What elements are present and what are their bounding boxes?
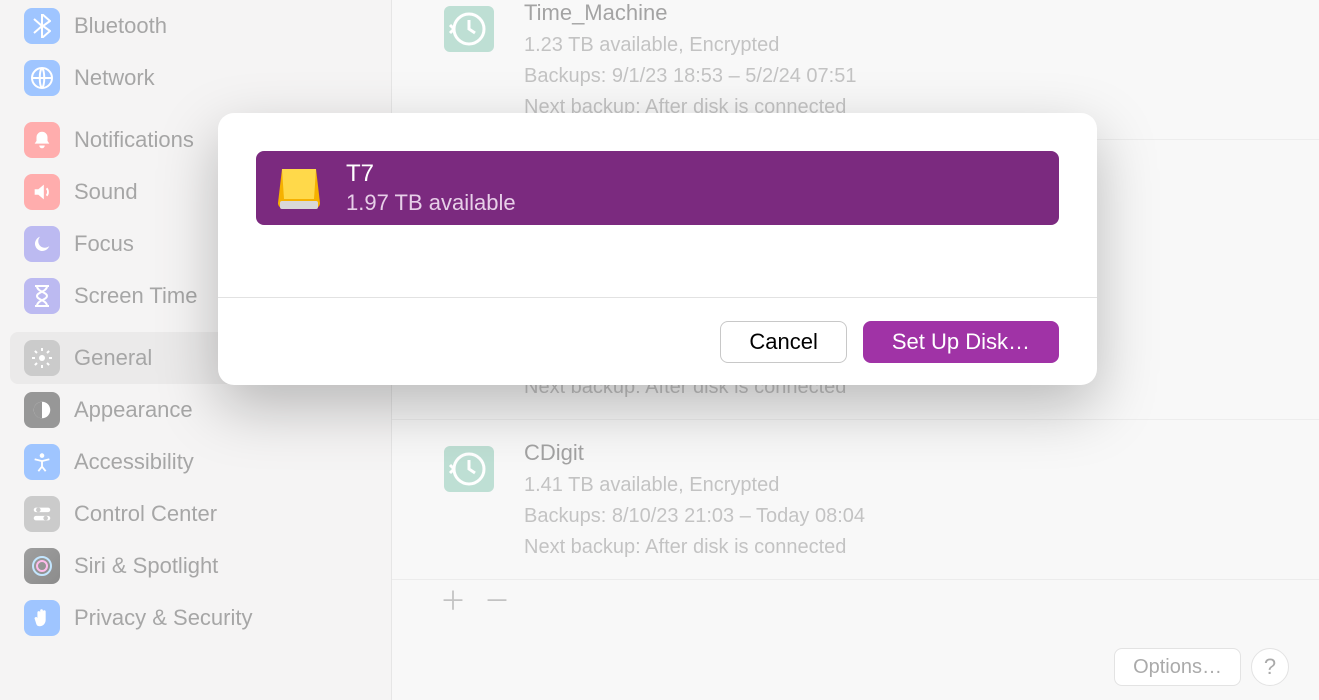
disk-option-t7[interactable]: T7 1.97 TB available (256, 151, 1059, 225)
external-disk-icon (274, 163, 324, 213)
disk-name: T7 (346, 160, 516, 188)
set-up-disk-button[interactable]: Set Up Disk… (863, 321, 1059, 363)
cancel-button[interactable]: Cancel (720, 321, 846, 363)
select-disk-dialog: T7 1.97 TB available Cancel Set Up Disk… (218, 113, 1097, 385)
disk-status: 1.97 TB available (346, 190, 516, 216)
